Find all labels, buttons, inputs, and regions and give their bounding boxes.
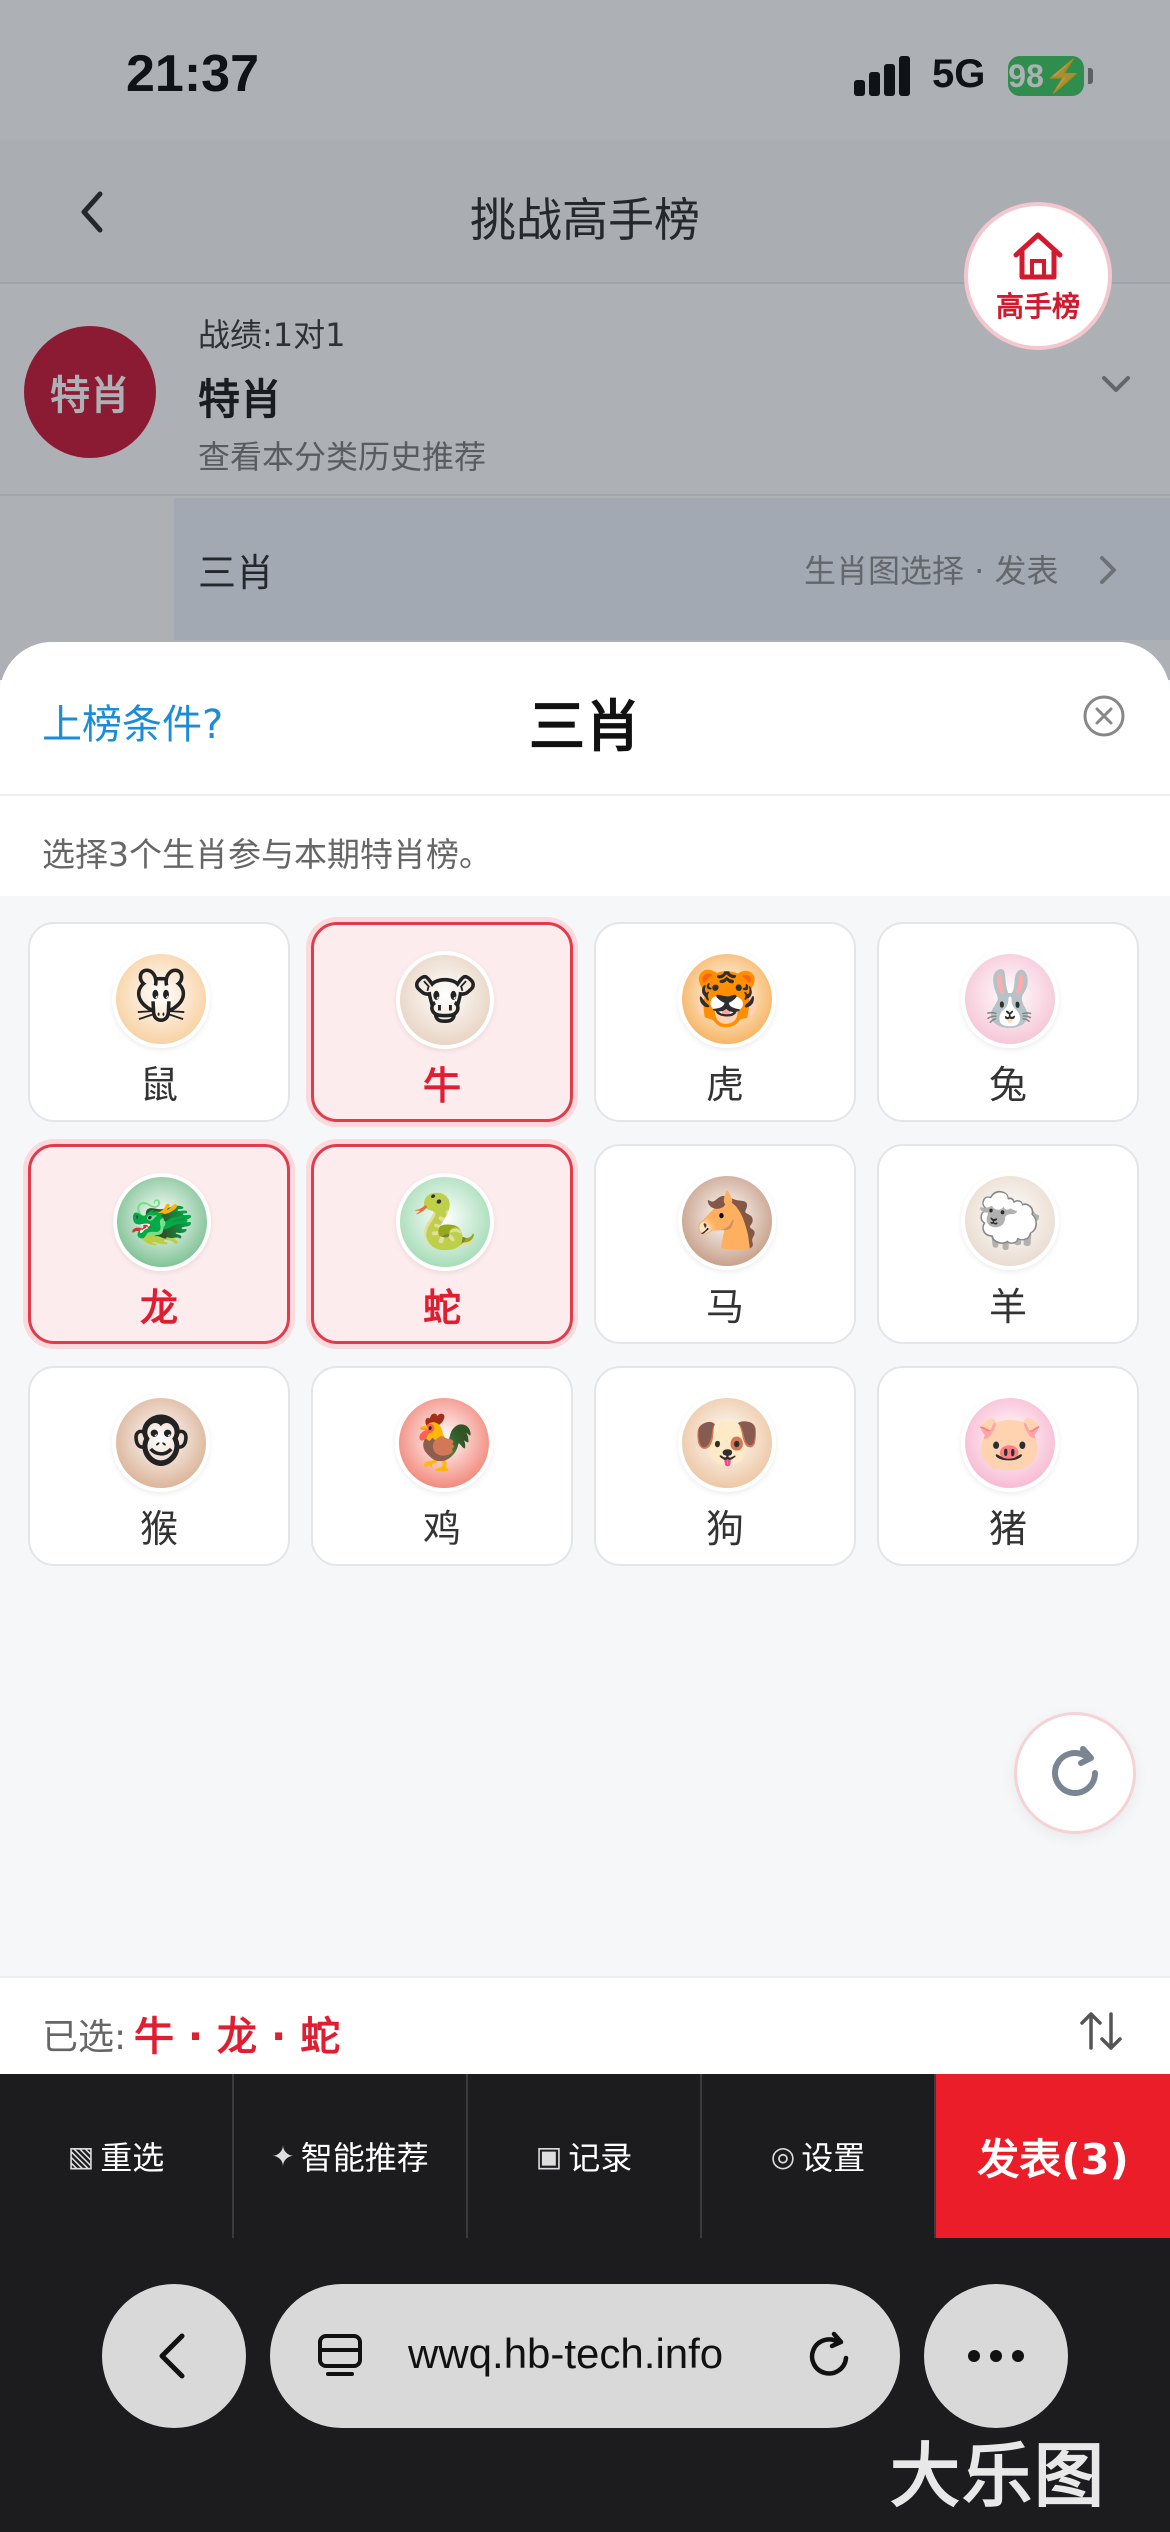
rooster-icon: 🐓 bbox=[395, 1394, 493, 1492]
reset-label: 重选 bbox=[100, 2139, 165, 2177]
record-icon: ▣ bbox=[535, 2139, 563, 2173]
smart-recommend-label: 智能推荐 bbox=[300, 2139, 429, 2177]
dog-face-icon: 🐶 bbox=[678, 1394, 776, 1492]
zodiac-label: 羊 bbox=[988, 1285, 1027, 1329]
refresh-icon bbox=[1052, 1746, 1098, 1796]
zodiac-label: 牛 bbox=[422, 1064, 461, 1108]
horse-face-icon: 🐴 bbox=[678, 1172, 776, 1270]
address-bar[interactable]: wwq.hb-tech.info bbox=[270, 2284, 900, 2428]
publish-button[interactable]: 发表(3) bbox=[936, 2074, 1170, 2238]
leaderboard-badge-label: 高手榜 bbox=[995, 290, 1080, 323]
browser-bar: wwq.hb-tech.info 大乐图 bbox=[0, 2238, 1170, 2532]
ellipsis-icon bbox=[968, 2350, 980, 2362]
selection-summary: 已选: 牛 · 龙 · 蛇 bbox=[0, 1976, 1170, 2074]
zodiac-option-tiger[interactable]: 🐯 虎 bbox=[594, 922, 856, 1122]
zodiac-option-monkey[interactable]: 🐵 猴 bbox=[28, 1366, 290, 1566]
zodiac-label: 马 bbox=[705, 1285, 744, 1329]
sheet-title: 三肖 bbox=[529, 695, 641, 760]
zodiac-label: 龙 bbox=[139, 1286, 178, 1330]
leaderboard-float-button[interactable]: 高手榜 bbox=[964, 202, 1112, 350]
zodiac-option-cow[interactable]: 🐮 牛 bbox=[311, 922, 573, 1122]
monkey-face-icon: 🐵 bbox=[112, 1394, 210, 1492]
watermark: 大乐图 bbox=[890, 2435, 1106, 2517]
mouse-face-icon: 🐭 bbox=[112, 950, 210, 1048]
zodiac-option-horse[interactable]: 🐴 马 bbox=[594, 1144, 856, 1344]
rabbit-face-icon: 🐰 bbox=[961, 950, 1059, 1048]
zodiac-label: 兔 bbox=[988, 1063, 1027, 1107]
settings-label: 设置 bbox=[801, 2139, 866, 2177]
reset-icon: ▧ bbox=[67, 2139, 95, 2173]
pig-face-icon: 🐷 bbox=[961, 1394, 1059, 1492]
more-options-button[interactable] bbox=[924, 2284, 1068, 2428]
url-text: wwq.hb-tech.info bbox=[408, 2330, 724, 2377]
record-button[interactable]: ▣ 记录 bbox=[468, 2074, 702, 2238]
zodiac-label: 虎 bbox=[705, 1063, 744, 1107]
settings-button[interactable]: ◎ 设置 bbox=[702, 2074, 936, 2238]
zodiac-option-sheep[interactable]: 🐑 羊 bbox=[877, 1144, 1139, 1344]
browser-back-button[interactable] bbox=[102, 2284, 246, 2428]
tiger-face-icon: 🐯 bbox=[678, 950, 776, 1048]
zodiac-label: 狗 bbox=[705, 1507, 744, 1551]
settings-icon: ◎ bbox=[770, 2139, 796, 2173]
sheet-header: 上榜条件? 三肖 bbox=[0, 642, 1170, 796]
zodiac-option-dog[interactable]: 🐶 狗 bbox=[594, 1366, 856, 1566]
zodiac-label: 猴 bbox=[139, 1507, 178, 1551]
zodiac-label: 蛇 bbox=[422, 1286, 461, 1330]
instruction-text: 选择3个生肖参与本期特肖榜。 bbox=[42, 835, 492, 874]
sheep-icon: 🐑 bbox=[961, 1172, 1059, 1270]
zodiac-option-rooster[interactable]: 🐓 鸡 bbox=[311, 1366, 573, 1566]
zodiac-picker-sheet: 上榜条件? 三肖 选择3个生肖参与本期特肖榜。 🐭 鼠 🐮 牛 🐯 虎 🐰 兔 🐲 龙 🐍 蛇 🐴 马 🐑 羊… bbox=[0, 642, 1170, 2074]
smart-recommend-button[interactable]: ✦ 智能推荐 bbox=[234, 2074, 468, 2238]
zodiac-option-pig[interactable]: 🐷 猪 bbox=[877, 1366, 1139, 1566]
home-icon bbox=[1013, 232, 1063, 280]
reset-button[interactable]: ▧ 重选 bbox=[0, 2074, 234, 2238]
snake-icon: 🐍 bbox=[396, 1173, 494, 1271]
zodiac-label: 猪 bbox=[988, 1507, 1027, 1551]
action-toolbar: ▧ 重选 ✦ 智能推荐 ▣ 记录 ◎ 设置 发表(3) bbox=[0, 2074, 1170, 2238]
modal-overlay[interactable] bbox=[0, 0, 1170, 680]
close-icon[interactable] bbox=[1082, 694, 1126, 738]
zodiac-label: 鼠 bbox=[139, 1063, 178, 1107]
instruction-bar: 选择3个生肖参与本期特肖榜。 bbox=[0, 796, 1170, 896]
zodiac-option-dragon[interactable]: 🐲 龙 bbox=[28, 1144, 290, 1344]
sparkle-icon: ✦ bbox=[271, 2139, 295, 2173]
selection-value: 牛 · 龙 · 蛇 bbox=[134, 2014, 341, 2060]
selection-prefix: 已选: bbox=[42, 2017, 127, 2058]
page-menu-icon[interactable] bbox=[314, 2330, 366, 2382]
record-label: 记录 bbox=[568, 2139, 633, 2177]
dragon-face-icon: 🐲 bbox=[113, 1173, 211, 1271]
zodiac-option-rabbit[interactable]: 🐰 兔 bbox=[877, 922, 1139, 1122]
chevron-left-icon bbox=[159, 2333, 185, 2379]
zodiac-option-mouse[interactable]: 🐭 鼠 bbox=[28, 922, 290, 1122]
cow-face-icon: 🐮 bbox=[396, 951, 494, 1049]
zodiac-option-snake[interactable]: 🐍 蛇 bbox=[311, 1144, 573, 1344]
sort-icon[interactable] bbox=[1076, 2006, 1126, 2056]
refresh-button[interactable] bbox=[1014, 1712, 1136, 1834]
reload-icon[interactable] bbox=[800, 2326, 860, 2386]
zodiac-label: 鸡 bbox=[422, 1507, 461, 1551]
